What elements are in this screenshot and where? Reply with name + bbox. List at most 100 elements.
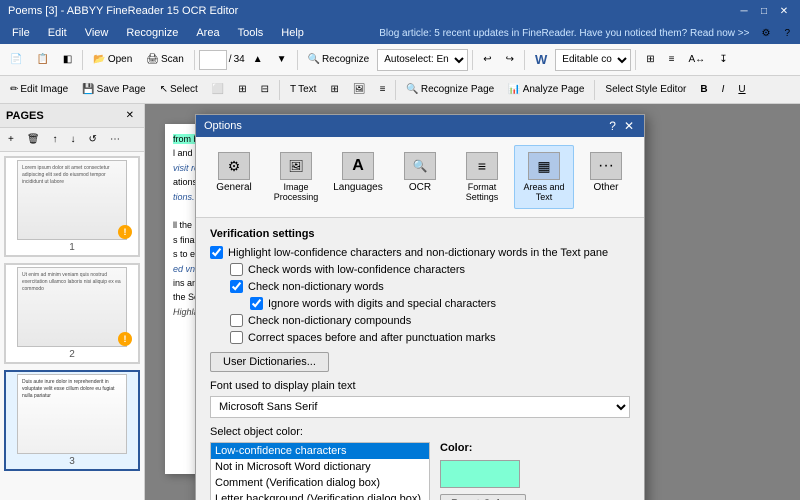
text-zone-button[interactable]: T Text [284,80,322,99]
document-view[interactable]: from banks. l and boy, visit relations, … [145,104,800,500]
region-btn-2[interactable]: ⊞ [232,80,252,99]
new-task-button[interactable]: 📋 [30,50,54,69]
page-thumb-3[interactable]: Duis aute irure dolor in reprehenderit i… [4,370,140,471]
autoselect-dropdown[interactable]: Autoselect: En [377,49,468,71]
page-image-2: Ut enim ad minim veniam quis nostrud exe… [17,267,127,347]
check-compounds-checkbox[interactable] [230,314,243,327]
redo-button[interactable]: ↪ [500,50,520,69]
sidebar-close-button[interactable]: ✕ [122,109,138,122]
menu-recognize[interactable]: Recognize [118,25,186,41]
minimize-button[interactable]: ─ [736,3,752,19]
recognize-page-button[interactable]: 🔍 Recognize Page [400,80,500,99]
color-list-item-3[interactable]: Letter background (Verification dialog b… [211,491,429,500]
table-btn[interactable]: ⊞ [324,80,344,99]
format-dropdown[interactable]: Editable co [555,49,631,71]
menu-edit[interactable]: Edit [40,25,75,41]
title-bar-controls: ─ □ ✕ [736,3,792,19]
save-page-icon: 💾 [82,84,94,95]
ignore-digits-label: Ignore words with digits and special cha… [268,298,496,310]
barcode-btn[interactable]: ≡ [374,80,392,99]
analyze-page-button[interactable]: 📊 Analyze Page [502,80,590,99]
region-btn-3[interactable]: ⊟ [255,80,275,99]
correct-spaces-checkbox[interactable] [230,331,243,344]
dialog-help-button[interactable]: ? [607,119,618,133]
menu-tools[interactable]: Tools [230,25,272,41]
dialog-image-proc-btn[interactable]: 🖼 ImageProcessing [266,145,326,209]
word-button[interactable]: W [529,48,553,71]
color-list-item-1[interactable]: Not in Microsoft Word dictionary [211,459,429,475]
settings-button[interactable]: ⚙ [755,24,776,43]
format-btn-1[interactable]: ⊞ [640,50,660,69]
undo-button[interactable]: ↩ [477,50,497,69]
ignore-digits-checkbox[interactable] [250,297,263,310]
sidebar-refresh-btn[interactable]: ↺ [83,130,103,149]
help-button[interactable]: ? [778,24,796,43]
sidebar-move-down-btn[interactable]: ↓ [65,130,82,149]
menu-area[interactable]: Area [188,25,227,41]
dialog-languages-btn[interactable]: A Languages [328,145,388,209]
select-button[interactable]: ↖ Select [154,80,204,99]
user-dictionaries-button[interactable]: User Dictionaries... [210,352,329,372]
warning-icon-1: ! [118,225,132,239]
sidebar-toolbar: + 🗑 ↑ ↓ ↺ ⋯ [0,128,144,152]
dialog-close-button[interactable]: ✕ [622,119,636,133]
page-navigation: 3 / 34 ▲ ▼ [199,50,293,70]
format-btn-4[interactable]: ↧ [713,50,733,69]
dialog-ocr-btn[interactable]: 🔍 OCR [390,145,450,209]
sidebar-delete-btn[interactable]: 🗑 [21,130,46,149]
other-icon: ··· [590,152,622,180]
highlight-low-checkbox[interactable] [210,246,223,259]
languages-icon: A [342,152,374,180]
dialog-title-bar: Options ? ✕ [196,115,644,137]
style-editor-button[interactable]: Select Style Editor [599,80,692,99]
recognize-button[interactable]: 🔍 Recognize [302,50,376,69]
page-prev-button[interactable]: ▲ [247,50,269,69]
news-banner[interactable]: Blog article: 5 recent updates in FineRe… [379,28,749,39]
sidebar-move-up-btn[interactable]: ↑ [47,130,64,149]
page-thumb-1[interactable]: Lorem ipsum dolor sit amet consectetur a… [4,156,140,257]
region-btn-1[interactable]: ⬜ [206,80,230,99]
page-next-button[interactable]: ▼ [271,50,293,69]
open-button[interactable]: 📂 Open [87,50,138,69]
underline-button[interactable]: U [732,80,751,99]
text-icon: T [290,84,296,95]
page-thumb-2[interactable]: Ut enim ad minim veniam quis nostrud exe… [4,263,140,364]
format-btn-3[interactable]: A↔ [683,50,712,69]
dialog-other-btn[interactable]: ··· Other [576,145,636,209]
color-list[interactable]: Low-confidence characters Not in Microso… [210,442,430,500]
other-label: Other [593,182,618,193]
save-page-button[interactable]: 💾 Save Page [76,80,151,99]
check-low-conf-checkbox[interactable] [230,263,243,276]
font-dropdown[interactable]: Microsoft Sans Serif [210,396,630,418]
color-list-item-0[interactable]: Low-confidence characters [211,443,429,459]
sidebar-add-btn[interactable]: + [2,130,20,149]
color-list-item-2[interactable]: Comment (Verification dialog box) [211,475,429,491]
menu-file[interactable]: File [4,25,38,41]
bold-button[interactable]: B [694,80,713,99]
checkbox-row-compounds: Check non-dictionary compounds [210,314,630,327]
open-icon: 📂 [93,54,105,65]
dialog-general-btn[interactable]: ⚙ General [204,145,264,209]
menu-view[interactable]: View [77,25,117,41]
page-number-input[interactable]: 3 [199,50,227,70]
format-btn-2[interactable]: ≡ [663,50,681,69]
edit-image-button[interactable]: ✏ Edit Image [4,80,74,99]
scan-button[interactable]: 🖨 Scan [140,50,190,69]
italic-button[interactable]: I [716,80,731,99]
title-bar: Poems [3] - ABBYY FineReader 15 OCR Edit… [0,0,800,22]
close-app-button[interactable]: ✕ [776,3,792,19]
new-doc-button[interactable]: 📄 [4,50,28,69]
correct-spaces-label: Correct spaces before and after punctuat… [248,332,496,344]
color-section-title: Select object color: [210,426,630,438]
check-non-dict-checkbox[interactable] [230,280,243,293]
picture-btn[interactable]: 🖼 [347,80,372,99]
toggle-button[interactable]: ◧ [57,50,78,69]
sidebar-more-btn[interactable]: ⋯ [104,130,126,149]
color-preview[interactable] [440,460,520,488]
maximize-button[interactable]: □ [756,3,772,19]
menu-help[interactable]: Help [273,25,312,41]
dialog-format-btn[interactable]: ≡ FormatSettings [452,145,512,209]
reset-colors-button[interactable]: Reset Colors [440,494,526,500]
dialog-areas-text-btn[interactable]: ▦ Areas and Text [514,145,574,209]
color-label: Color: [440,442,472,454]
